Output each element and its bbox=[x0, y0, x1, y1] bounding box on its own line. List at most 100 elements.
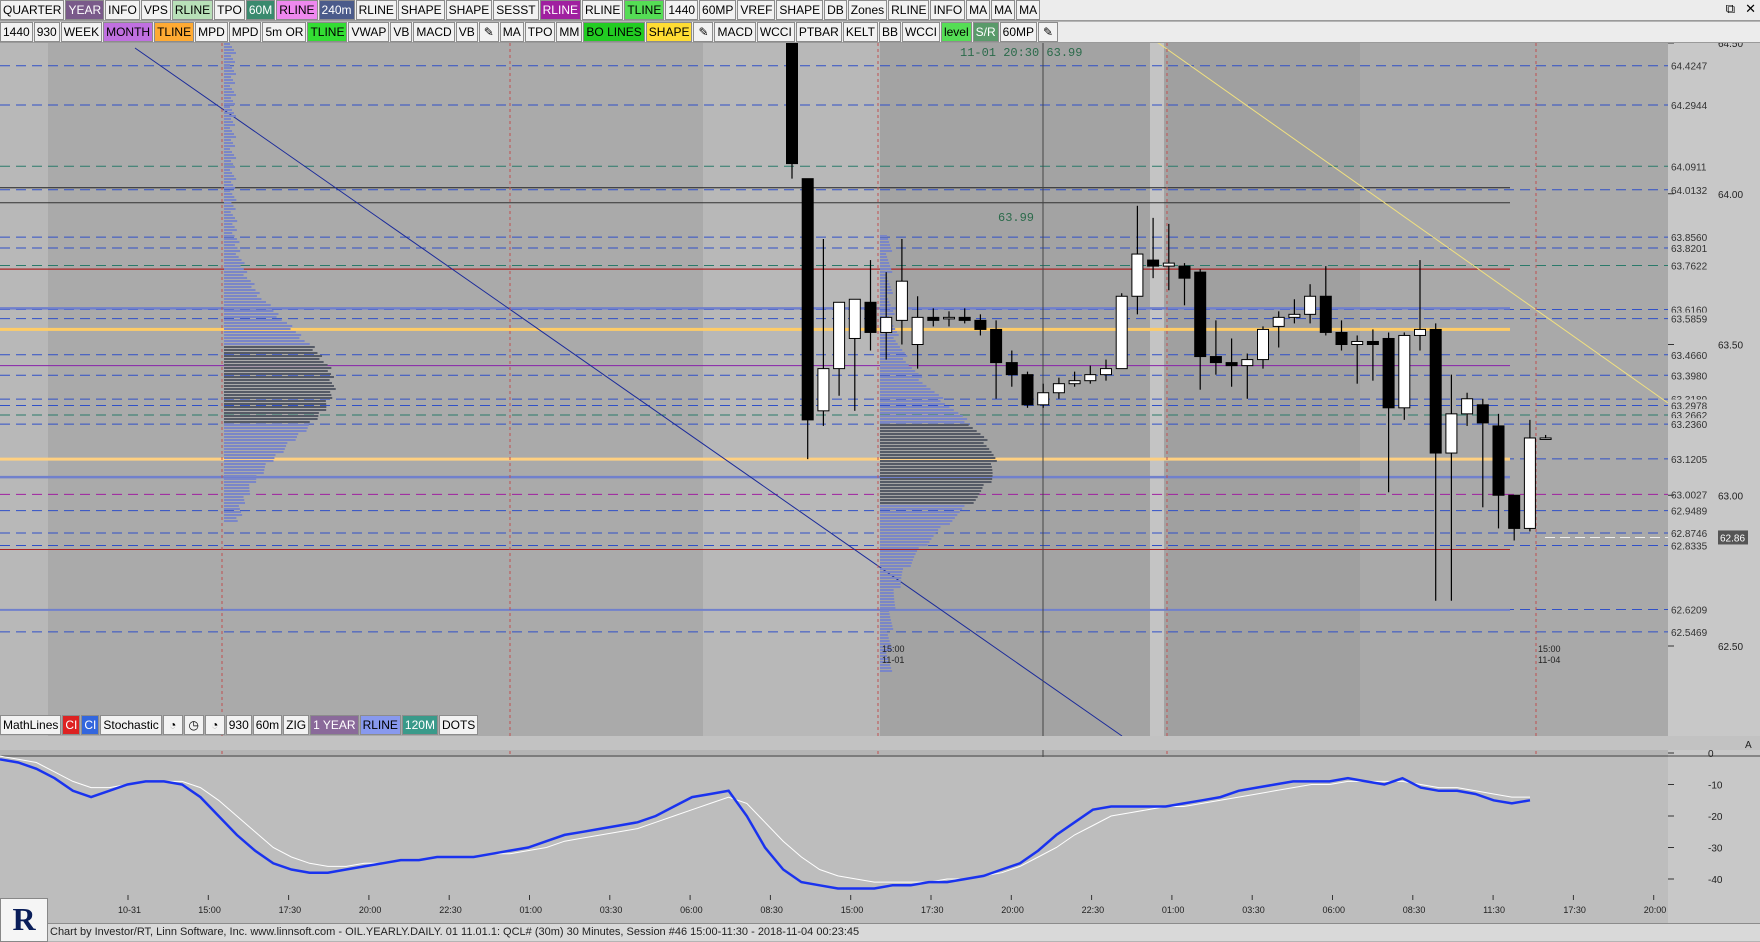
toolbar1-button-rline[interactable]: RLINE bbox=[355, 0, 397, 20]
volume-profile-bar bbox=[880, 478, 993, 480]
toolbar1-button-zones[interactable]: Zones bbox=[847, 0, 888, 20]
toolbar2-button-s-r[interactable]: S/R bbox=[972, 22, 999, 42]
pencil-icon[interactable]: ✎ bbox=[693, 22, 714, 42]
time-axis-label: 06:00 bbox=[680, 905, 703, 915]
toolbar2-button-1440[interactable]: 1440 bbox=[0, 22, 33, 42]
toolbar2-button-vb[interactable]: VB bbox=[455, 22, 478, 42]
toolbar1-button-rline[interactable]: RLINE bbox=[171, 0, 214, 20]
toolbar3-button-930[interactable]: 930 bbox=[225, 714, 252, 735]
volume-profile-bar bbox=[880, 472, 993, 474]
volume-profile-bar bbox=[224, 148, 231, 150]
toolbar2-button-930[interactable]: 930 bbox=[33, 22, 60, 42]
toolbar1-button-db[interactable]: DB bbox=[824, 0, 847, 20]
volume-profile-bar bbox=[224, 316, 277, 318]
toolbar2-button-60mp[interactable]: 60MP bbox=[999, 22, 1038, 42]
toolbar3-button-60m[interactable]: 60m bbox=[252, 714, 283, 735]
toolbar3-button-dots[interactable]: DOTS bbox=[438, 714, 479, 735]
pencil-icon[interactable]: ✎ bbox=[478, 22, 499, 42]
toolbar3-button-1-year[interactable]: 1 YEAR bbox=[310, 714, 359, 735]
volume-profile-bar bbox=[224, 295, 258, 297]
toolbar3-button-zig[interactable]: ZIG bbox=[283, 714, 310, 735]
toolbar1-button-rline[interactable]: RLINE bbox=[581, 0, 624, 20]
volume-profile-bar bbox=[880, 508, 963, 510]
candle-body bbox=[1398, 334, 1411, 409]
toolbar2-button-kelt[interactable]: KELT bbox=[842, 22, 878, 42]
price-axis-label: 63.50 bbox=[1718, 341, 1743, 352]
toolbar1-button-shape[interactable]: SHAPE bbox=[445, 0, 493, 20]
toolbar1-button-vref[interactable]: VREF bbox=[737, 0, 776, 20]
timer-icon[interactable]: ◔ bbox=[162, 714, 183, 735]
toolbar2-button-bb[interactable]: BB bbox=[878, 22, 901, 42]
volume-profile-bar bbox=[224, 130, 233, 132]
pencil-icon[interactable]: ✎ bbox=[1038, 22, 1059, 42]
timer-icon[interactable]: ◔ bbox=[204, 714, 225, 735]
close-window-icon[interactable]: ✕ bbox=[1745, 1, 1756, 17]
toolbar2-button-month[interactable]: MONTH bbox=[103, 22, 154, 42]
toolbar1-button-ma[interactable]: MA bbox=[991, 0, 1016, 20]
volume-profile-bar bbox=[880, 622, 892, 624]
level-tag: 63.8201 bbox=[1671, 244, 1708, 255]
toolbar1-button-240m[interactable]: 240m bbox=[318, 0, 355, 20]
toolbar2-button-ma[interactable]: MA bbox=[499, 22, 524, 42]
toolbar3-button-mathlines[interactable]: MathLines bbox=[0, 714, 62, 735]
volume-profile-bar bbox=[880, 637, 889, 639]
toolbar1-button-rline[interactable]: RLINE bbox=[276, 0, 318, 20]
toolbar2-button-vb[interactable]: VB bbox=[390, 22, 413, 42]
toolbar2-button-wcci[interactable]: WCCI bbox=[901, 22, 940, 42]
candle-body bbox=[1021, 374, 1034, 406]
volume-profile-bar bbox=[880, 640, 890, 642]
toolbar3-button-rline[interactable]: RLINE bbox=[359, 714, 401, 735]
price-chart[interactable]: 64.531364.424764.294464.091164.013263.85… bbox=[0, 22, 1760, 923]
toolbar1-button-ma[interactable]: MA bbox=[1016, 0, 1041, 20]
toolbar2-button-level[interactable]: level bbox=[940, 22, 972, 42]
candle-body bbox=[1335, 331, 1348, 346]
toolbar3-button-ci[interactable]: CI bbox=[81, 714, 100, 735]
toolbar2-button-week[interactable]: WEEK bbox=[60, 22, 103, 42]
restore-window-icon[interactable]: ⧉ bbox=[1726, 1, 1735, 17]
volume-profile-bar bbox=[880, 499, 976, 501]
toolbar1-button-info[interactable]: INFO bbox=[930, 0, 966, 20]
toolbar2-button-ptbar[interactable]: PTBAR bbox=[795, 22, 842, 42]
toolbar1-button-quarter[interactable]: QUARTER bbox=[0, 0, 65, 20]
toolbar1-button-rline[interactable]: RLINE bbox=[888, 0, 930, 20]
volume-profile-bar bbox=[224, 517, 237, 519]
toolbar2-button-vwap[interactable]: VWAP bbox=[348, 22, 390, 42]
toolbar2-button-tpo[interactable]: TPO bbox=[524, 22, 556, 42]
toolbar1-button-ma[interactable]: MA bbox=[966, 0, 991, 20]
level-tag: 63.7622 bbox=[1671, 261, 1708, 272]
price-axis-label: 64.50 bbox=[1718, 43, 1743, 50]
volume-profile-bar bbox=[880, 550, 918, 552]
volume-profile-bar bbox=[880, 406, 950, 408]
chart-area[interactable]: 64.531364.424764.294464.091164.013263.85… bbox=[0, 22, 1760, 940]
toolbar2-button-mm[interactable]: MM bbox=[556, 22, 583, 42]
toolbar1-button-shape[interactable]: SHAPE bbox=[397, 0, 445, 20]
toolbar1-button-tline[interactable]: TLINE bbox=[624, 0, 665, 20]
toolbar1-button-rline[interactable]: RLINE bbox=[539, 0, 581, 20]
volume-profile-bar bbox=[224, 229, 237, 231]
toolbar1-button-tpo[interactable]: TPO bbox=[214, 0, 245, 20]
toolbar2-button-5m-or[interactable]: 5m OR bbox=[262, 22, 307, 42]
toolbar3-button-ci[interactable]: CI bbox=[62, 714, 81, 735]
clock-icon[interactable]: ◷ bbox=[183, 714, 204, 735]
toolbar2-button-tline[interactable]: TLINE bbox=[154, 22, 195, 42]
toolbar2-button-macd[interactable]: MACD bbox=[413, 22, 455, 42]
volume-profile-bar bbox=[880, 268, 892, 270]
toolbar1-button-60mp[interactable]: 60MP bbox=[699, 0, 737, 20]
toolbar2-button-wcci[interactable]: WCCI bbox=[756, 22, 795, 42]
toolbar3-button-120m[interactable]: 120M bbox=[401, 714, 438, 735]
toolbar1-button-sesst[interactable]: SESST bbox=[493, 0, 539, 20]
toolbar1-button-info[interactable]: INFO bbox=[105, 0, 140, 20]
toolbar2-button-tline[interactable]: TLINE bbox=[307, 22, 348, 42]
toolbar1-button-vps[interactable]: VPS bbox=[140, 0, 171, 20]
toolbar1-button-shape[interactable]: SHAPE bbox=[776, 0, 824, 20]
toolbar2-button-mpd[interactable]: MPD bbox=[228, 22, 262, 42]
time-axis-label: 03:30 bbox=[600, 905, 623, 915]
toolbar2-button-bo-lines[interactable]: BO LINES bbox=[583, 22, 645, 42]
toolbar2-button-macd[interactable]: MACD bbox=[714, 22, 756, 42]
toolbar1-button-60m[interactable]: 60M bbox=[245, 0, 276, 20]
toolbar1-button-year[interactable]: YEAR bbox=[65, 0, 105, 20]
toolbar2-button-shape[interactable]: SHAPE bbox=[645, 22, 693, 42]
toolbar1-button-1440[interactable]: 1440 bbox=[665, 0, 699, 20]
toolbar3-button-stochastic[interactable]: Stochastic bbox=[100, 714, 162, 735]
toolbar2-button-mpd[interactable]: MPD bbox=[195, 22, 228, 42]
